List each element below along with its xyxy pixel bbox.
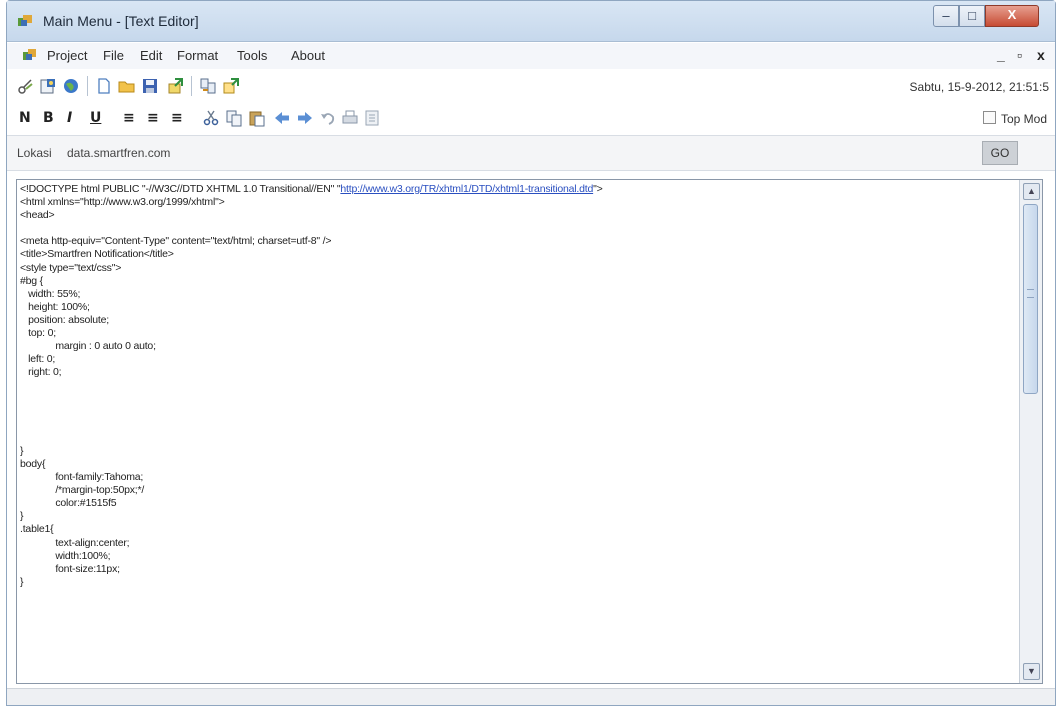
app-icon (18, 15, 32, 26)
menu-tools[interactable]: Tools (237, 48, 267, 63)
menu-format[interactable]: Format (177, 48, 218, 63)
print-icon[interactable] (341, 109, 359, 127)
title-bar[interactable]: Main Menu - [Text Editor] – □ X (7, 1, 1055, 42)
bold-button[interactable]: B (43, 110, 54, 126)
topmost-label: Top Mod (1000, 112, 1047, 126)
open-folder-icon[interactable] (118, 77, 136, 95)
copy-icon[interactable] (225, 109, 243, 127)
doctype-line-start: <!DOCTYPE html PUBLIC "-//W3C//DTD XHTML… (20, 183, 341, 195)
export-icon[interactable] (167, 77, 185, 95)
align-center-button[interactable]: ≡ (147, 110, 159, 126)
mdi-restore-button[interactable]: ▫ (1017, 47, 1022, 63)
bold-n-button[interactable]: N (19, 110, 31, 126)
align-left-button[interactable]: ≡ (123, 110, 135, 126)
back-arrow-icon[interactable] (273, 109, 291, 127)
minimize-button[interactable]: – (933, 5, 959, 27)
cut-tool-icon[interactable] (17, 77, 35, 95)
topmost-checkbox[interactable]: Top Mod (982, 111, 1047, 126)
location-input[interactable]: data.smartfren.com (67, 146, 170, 160)
find-icon[interactable] (199, 77, 217, 95)
window-title: Main Menu - [Text Editor] (43, 13, 199, 29)
preview-icon[interactable] (39, 77, 57, 95)
scroll-up-button[interactable]: ▲ (1023, 183, 1040, 200)
scroll-down-button[interactable]: ▼ (1023, 663, 1040, 680)
menu-file[interactable]: File (103, 48, 124, 63)
editor-content[interactable]: <!DOCTYPE html PUBLIC "-//W3C//DTD XHTML… (20, 183, 1016, 681)
text-editor-window: Main Menu - [Text Editor] – □ X Project … (6, 0, 1056, 706)
vertical-scrollbar[interactable]: ▲ ▼ (1019, 180, 1042, 683)
doctype-line-end: "> (593, 183, 603, 195)
main-toolbar: Sabtu, 15-9-2012, 21:51:5 (7, 71, 1055, 101)
menu-edit[interactable]: Edit (140, 48, 162, 63)
close-icon: X (1007, 7, 1017, 22)
toolbar-separator (87, 76, 88, 96)
location-label: Lokasi (17, 146, 52, 160)
replace-icon[interactable] (222, 77, 240, 95)
menu-bar: Project File Edit Format Tools About _ ▫… (7, 43, 1055, 69)
checkbox-box[interactable] (982, 111, 996, 124)
globe-icon[interactable] (62, 77, 80, 95)
cut-icon[interactable] (202, 109, 220, 127)
scroll-thumb[interactable] (1023, 204, 1038, 394)
format-toolbar: N B I U ≡ ≡ ≡ Top Mod (7, 103, 1055, 133)
align-right-button[interactable]: ≡ (171, 110, 183, 126)
doctype-link[interactable]: http://www.w3.org/TR/xhtml1/DTD/xhtml1-t… (340, 183, 593, 195)
go-button[interactable]: GO (982, 141, 1018, 165)
scroll-grip-icon (1027, 289, 1034, 298)
mdi-minimize-button[interactable]: _ (997, 47, 1005, 63)
status-bar (7, 688, 1055, 705)
datetime-display: Sabtu, 15-9-2012, 21:51:5 (909, 80, 1049, 94)
minimize-icon: – (942, 8, 950, 23)
location-bar: Lokasi data.smartfren.com GO (7, 135, 1055, 171)
menu-project[interactable]: Project (47, 48, 87, 63)
mdi-child-icon[interactable] (23, 49, 37, 62)
maximize-button[interactable]: □ (959, 5, 985, 27)
undo-icon[interactable] (319, 109, 337, 127)
forward-arrow-icon[interactable] (296, 109, 314, 127)
underline-button[interactable]: U (90, 110, 101, 126)
italic-button[interactable]: I (67, 110, 72, 126)
new-file-icon[interactable] (95, 77, 113, 95)
maximize-icon: □ (968, 8, 976, 23)
close-button[interactable]: X (985, 5, 1039, 27)
mdi-close-button[interactable]: x (1037, 47, 1045, 63)
toolbar-separator (191, 76, 192, 96)
save-icon[interactable] (141, 77, 159, 95)
menu-about[interactable]: About (291, 48, 325, 63)
code-text: <html xmlns="http://www.w3.org/1999/xhtm… (20, 196, 332, 588)
document-icon[interactable] (363, 109, 381, 127)
text-editor-area[interactable]: <!DOCTYPE html PUBLIC "-//W3C//DTD XHTML… (16, 179, 1043, 684)
paste-icon[interactable] (248, 109, 266, 127)
